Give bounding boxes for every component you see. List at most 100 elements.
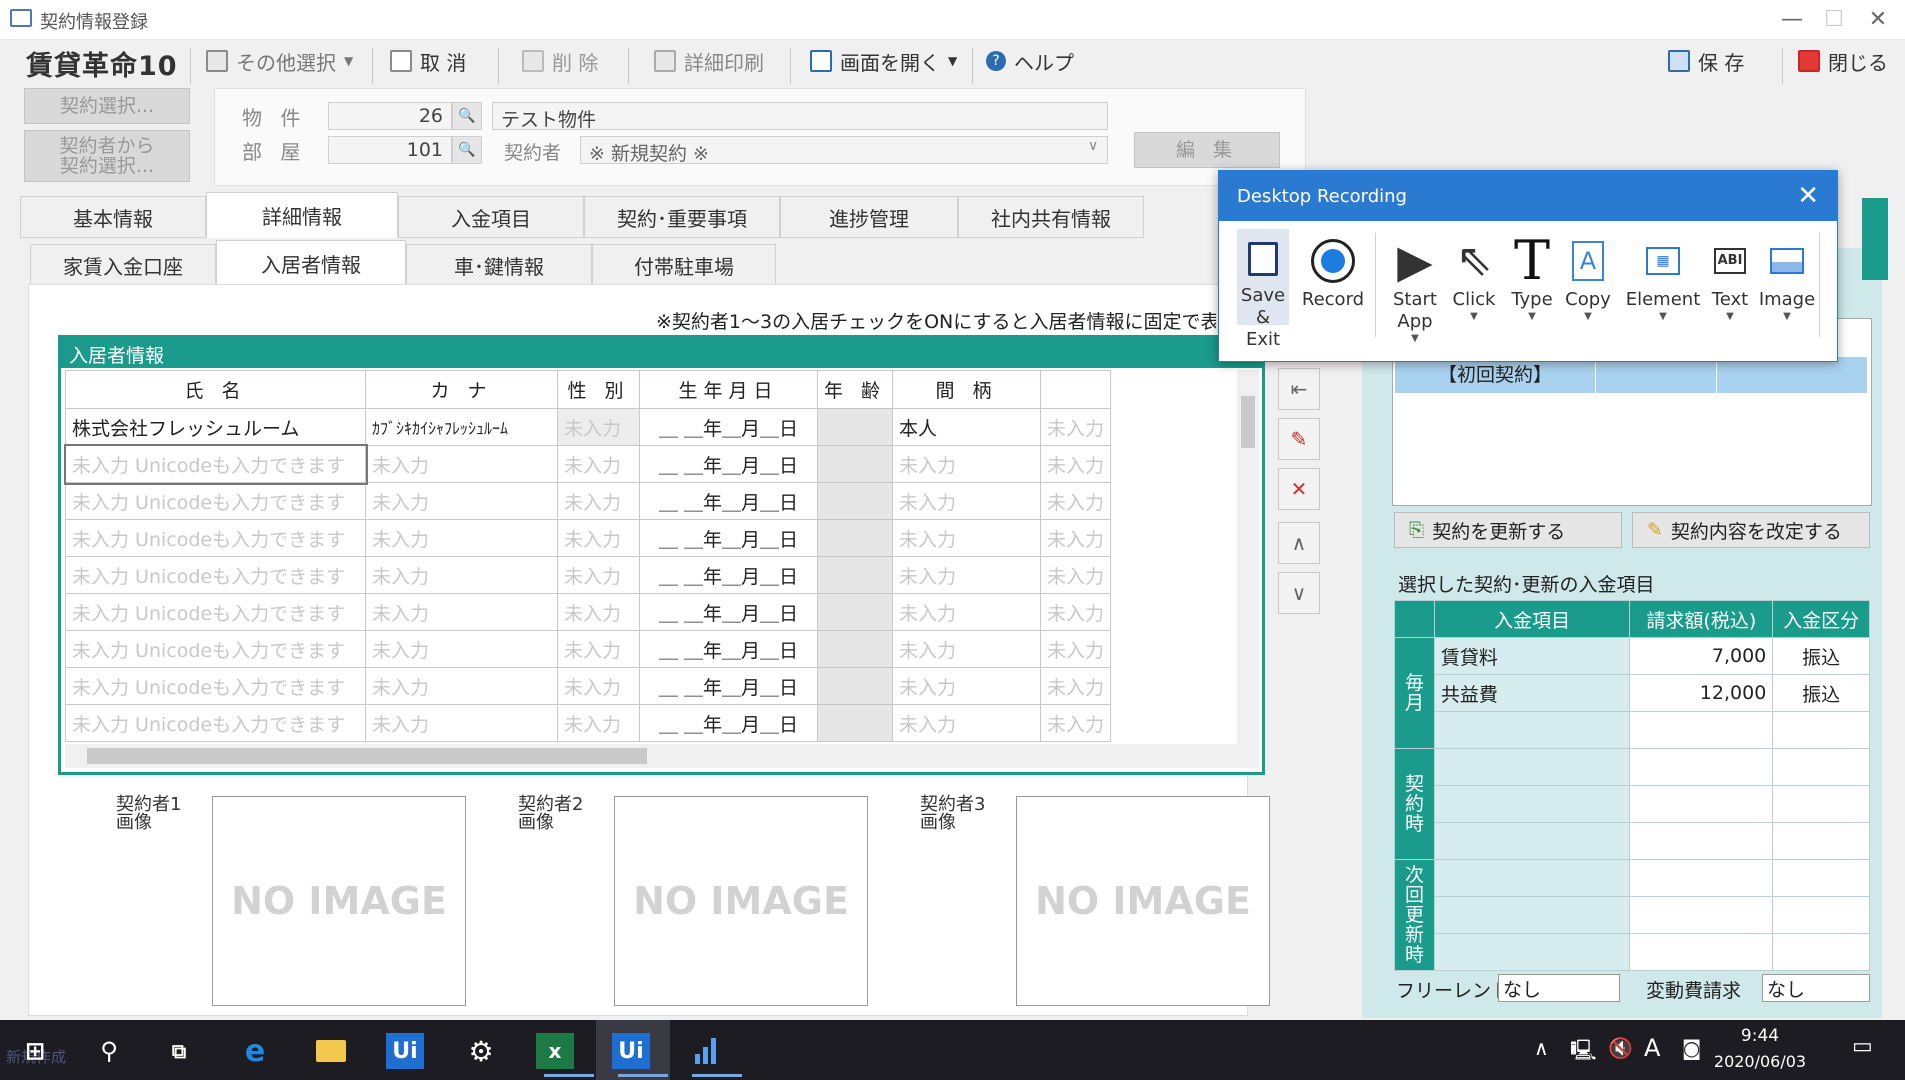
tab-main-4[interactable]: 進捗管理 — [780, 196, 958, 238]
cell[interactable]: 未入力 — [365, 556, 558, 594]
table-row[interactable]: 未入力 Unicodeも入力できます 未入力 未入力 ＿ ＿年＿月＿日 未入力 未入力 — [65, 704, 1112, 742]
cell-amount[interactable]: 7,000 — [1629, 637, 1774, 675]
contract-select-button[interactable]: 契約選択... — [24, 88, 190, 124]
cell[interactable] — [816, 556, 894, 594]
vertical-scrollbar[interactable] — [1237, 370, 1259, 744]
tab-main-3[interactable]: 契約･重要事項 — [584, 196, 780, 238]
tab-sub-1[interactable]: 入居者情報 — [216, 240, 406, 286]
cell[interactable]: ＿ ＿年＿月＿日 — [639, 482, 818, 520]
table-row[interactable]: 未入力 Unicodeも入力できます 未入力 未入力 ＿ ＿年＿月＿日 未入力 未入力 — [65, 556, 1112, 594]
cell[interactable]: 未入力 — [892, 482, 1042, 520]
table-row[interactable] — [1395, 711, 1870, 749]
copy-tool[interactable]: A Copy ▼ — [1561, 233, 1615, 351]
tab-main-0[interactable]: 基本情報 — [20, 196, 206, 238]
cell[interactable]: 未入力 Unicodeも入力できます — [65, 704, 366, 742]
room-search-icon[interactable]: 🔍 — [452, 136, 482, 164]
cell[interactable]: 未入力 Unicodeも入力できます — [65, 667, 366, 705]
tab-sub-2[interactable]: 車･鍵情報 — [406, 244, 592, 286]
cell-extra[interactable]: 未入力 — [1040, 408, 1112, 446]
table-row[interactable]: 未入力 Unicodeも入力できます 未入力 未入力 ＿ ＿年＿月＿日 未入力 未入力 — [63, 443, 1112, 485]
cell-kana[interactable]: ｶﾌﾞｼｷｶｲｼｬﾌﾚｯｼｭﾙｰﾑ — [365, 408, 558, 446]
cell[interactable]: ＿ ＿年＿月＿日 — [639, 556, 818, 594]
tray-chevron-up-icon[interactable]: ∧ — [1534, 1036, 1549, 1060]
tab-main-1[interactable]: 詳細情報 — [206, 192, 398, 238]
insert-row-icon[interactable]: ⇤ — [1278, 368, 1320, 410]
notification-app-icon[interactable]: ◙ — [1682, 1036, 1701, 1060]
other-select-button[interactable]: その他選択 ▼ — [206, 44, 353, 78]
search-icon[interactable]: ⚲ — [90, 1033, 128, 1069]
cell-amount[interactable]: 12,000 — [1629, 674, 1774, 712]
close-screen-button[interactable]: 閉じる — [1798, 44, 1888, 78]
tab-main-2[interactable]: 入金項目 — [398, 196, 584, 238]
cell-amount[interactable] — [1629, 711, 1774, 749]
chart-app-icon[interactable] — [686, 1033, 724, 1069]
record-tool[interactable]: Record — [1295, 233, 1371, 351]
cell[interactable] — [816, 630, 894, 668]
table-row[interactable] — [1395, 822, 1870, 860]
cell[interactable]: 未入力 — [1040, 482, 1112, 520]
cell-sex[interactable]: 未入力 — [557, 408, 640, 446]
cell[interactable]: 未入力 Unicodeも入力できます — [65, 482, 366, 520]
action-center-icon[interactable]: ▭ — [1852, 1034, 1873, 1059]
tab-sub-0[interactable]: 家賃入金口座 — [30, 244, 216, 286]
clock-date[interactable]: 2020/06/03 — [1712, 1052, 1808, 1071]
cell[interactable]: 未入力 — [365, 519, 558, 557]
cell[interactable]: 未入力 — [557, 630, 640, 668]
cell[interactable]: 未入力 — [365, 445, 558, 483]
table-row[interactable]: 未入力 Unicodeも入力できます 未入力 未入力 ＿ ＿年＿月＿日 未入力 未入力 — [65, 519, 1112, 557]
table-row[interactable]: 共益費 12,000 振込 — [1395, 674, 1870, 712]
cell[interactable]: 未入力 — [557, 482, 640, 520]
table-row[interactable]: 未入力 Unicodeも入力できます 未入力 未入力 ＿ ＿年＿月＿日 未入力 未入力 — [65, 667, 1112, 705]
cell-type[interactable] — [1772, 859, 1870, 897]
cell[interactable]: ＿ ＿年＿月＿日 — [639, 667, 818, 705]
cell[interactable]: 未入力 — [557, 556, 640, 594]
contractor-select[interactable]: ※ 新規契約 ※ — [580, 136, 1108, 165]
horizontal-scrollbar[interactable] — [65, 744, 1259, 768]
internet-explorer-icon[interactable]: e — [236, 1033, 274, 1069]
close-window-button[interactable]: ✕ — [1856, 4, 1900, 36]
table-row[interactable]: 契約時 — [1394, 748, 1870, 860]
cell[interactable]: ＿ ＿年＿月＿日 — [639, 445, 818, 483]
open-screen-button[interactable]: 画面を開く ▼ — [810, 44, 957, 78]
cell[interactable]: 未入力 — [365, 704, 558, 742]
cell[interactable]: 未入力 — [557, 704, 640, 742]
cell[interactable]: 未入力 Unicodeも入力できます — [65, 630, 366, 668]
cell[interactable]: 未入力 — [557, 667, 640, 705]
cell[interactable]: 未入力 — [365, 630, 558, 668]
cell[interactable]: 未入力 Unicodeも入力できます — [65, 556, 366, 594]
file-explorer-icon[interactable] — [312, 1033, 350, 1069]
cell-item[interactable] — [1433, 896, 1631, 934]
move-up-icon[interactable]: ∧ — [1278, 522, 1320, 564]
cell[interactable]: 未入力 — [892, 519, 1042, 557]
cell[interactable] — [816, 667, 894, 705]
cell[interactable]: 未入力 — [1040, 519, 1112, 557]
uipath-robot-icon[interactable]: Ui — [612, 1033, 650, 1069]
cell[interactable]: 未入力 — [1040, 445, 1112, 483]
tab-main-5[interactable]: 社内共有情報 — [958, 196, 1144, 238]
cell-relation[interactable]: 本人 — [892, 408, 1042, 446]
cell[interactable]: 未入力 — [892, 593, 1042, 631]
task-view-icon[interactable]: ⧉ — [160, 1033, 198, 1069]
cell-item[interactable] — [1433, 711, 1631, 749]
cell-type[interactable] — [1772, 822, 1870, 860]
cell-item[interactable] — [1433, 822, 1631, 860]
cell-type[interactable] — [1772, 785, 1870, 823]
table-row[interactable] — [1395, 785, 1870, 823]
start-windows-icon[interactable]: ⊞ — [16, 1033, 54, 1069]
table-row[interactable]: 未入力 Unicodeも入力できます 未入力 未入力 ＿ ＿年＿月＿日 未入力 未入力 — [65, 593, 1112, 631]
delete-row-icon[interactable]: ✕ — [1278, 468, 1320, 510]
cell-type[interactable]: 振込 — [1772, 637, 1870, 675]
variable-cost-field[interactable]: なし — [1762, 974, 1870, 1002]
settings-gear-icon[interactable]: ⚙ — [462, 1033, 500, 1069]
cell-item[interactable]: 共益費 — [1433, 674, 1631, 712]
uipath-studio-icon[interactable]: Ui — [386, 1033, 424, 1069]
cell-amount[interactable] — [1629, 822, 1774, 860]
room-number-field[interactable]: 101 — [328, 136, 452, 164]
cell[interactable]: 未入力 — [365, 482, 558, 520]
cell[interactable]: 未入力 Unicodeも入力できます — [63, 443, 368, 485]
table-row[interactable] — [1395, 933, 1870, 971]
edit-row-icon[interactable]: ✎ — [1278, 418, 1320, 460]
cell[interactable]: 未入力 — [1040, 667, 1112, 705]
cell-item[interactable] — [1433, 785, 1631, 823]
cell[interactable]: 未入力 — [365, 667, 558, 705]
